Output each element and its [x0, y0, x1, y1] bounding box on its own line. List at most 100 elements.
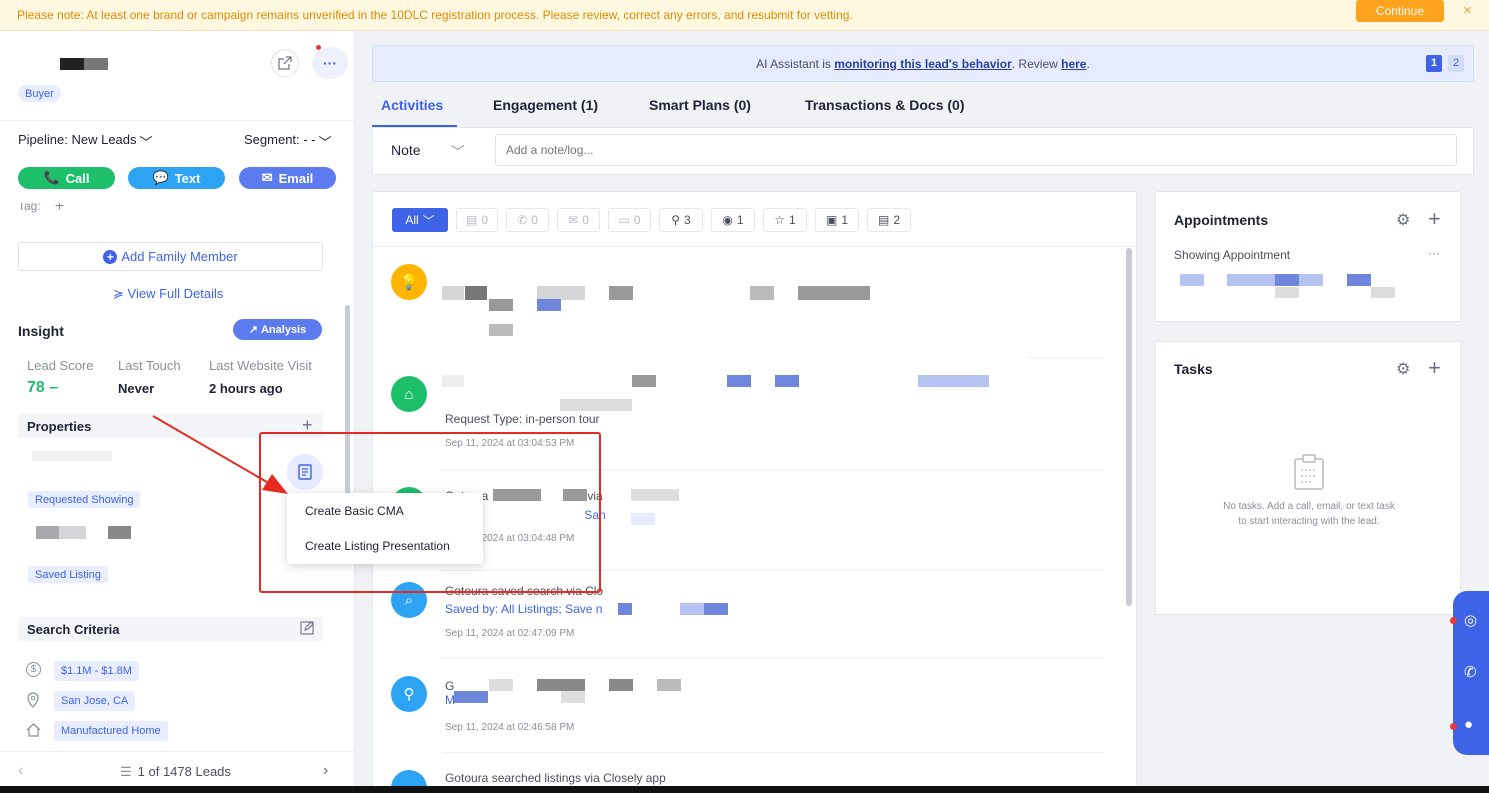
notification-dot	[316, 45, 321, 50]
add-tag-icon[interactable]: +	[55, 203, 64, 217]
filter-notes[interactable]: ▤ 0	[456, 208, 498, 232]
ai-chat-icon[interactable]: ◎	[1464, 611, 1477, 629]
divider	[0, 751, 354, 752]
chevron-down-icon: ﹀	[450, 144, 465, 160]
last-touch-header: Last Touch	[118, 358, 181, 373]
message-icon: ▤	[877, 213, 890, 227]
last-touch-value: Never	[118, 381, 155, 396]
activity-3-redacted	[493, 489, 541, 501]
last-visit-value: 2 hours ago	[209, 381, 283, 396]
note-icon: ▤	[465, 213, 478, 227]
note-type-select[interactable]: Note ﹀	[391, 142, 465, 162]
activity-5-redacted	[657, 679, 681, 691]
edit-criteria-icon[interactable]	[300, 621, 314, 638]
activity-1-redacted	[489, 299, 513, 311]
filter-searches[interactable]: ⚲ 3	[659, 208, 703, 232]
property-doc-icon[interactable]	[287, 454, 323, 490]
analysis-button[interactable]: ↗ Analysis	[233, 319, 322, 340]
activity-1-redacted	[489, 324, 513, 336]
text-label: Text	[174, 170, 201, 186]
appointment-redacted	[1371, 287, 1395, 298]
double-chevron-icon: ≽	[113, 286, 128, 301]
home-icon: ⌂	[391, 376, 427, 412]
activity-2-redacted	[918, 375, 989, 387]
note-input[interactable]	[495, 134, 1457, 166]
chat-icon: ▭	[618, 213, 630, 227]
add-family-button[interactable]: + Add Family Member	[18, 242, 323, 271]
filter-calls[interactable]: ✆ 0	[506, 208, 549, 232]
tab-smart-plans[interactable]: Smart Plans (0)	[649, 97, 751, 113]
text-button[interactable]: 💬 Text	[128, 167, 225, 189]
close-icon[interactable]: ×	[1463, 2, 1472, 19]
tab-transactions[interactable]: Transactions & Docs (0)	[805, 97, 965, 113]
here-link[interactable]: here	[1061, 57, 1086, 71]
activity-6-line1: Gotoura searched listings via Closely ap…	[445, 771, 666, 785]
lightbulb-icon: 💡	[391, 264, 427, 300]
share-icon[interactable]	[271, 49, 299, 77]
filter-all-button[interactable]: All ﹀	[392, 208, 448, 232]
ai-page-2[interactable]: 2	[1448, 55, 1464, 72]
create-listing-presentation-item[interactable]: Create Listing Presentation	[305, 539, 450, 553]
ai-page-1[interactable]: 1	[1426, 55, 1442, 72]
filter-emails[interactable]: ✉ 0	[557, 208, 600, 232]
create-basic-cma-item[interactable]: Create Basic CMA	[305, 504, 404, 518]
add-task-icon[interactable]: +	[1428, 355, 1441, 381]
filter-favorites[interactable]: ☆ 1	[763, 208, 807, 232]
prev-lead-icon[interactable]: ‹	[18, 762, 23, 780]
activity-2-redacted	[442, 375, 464, 387]
divider	[442, 570, 1104, 571]
lead-score-header: Lead Score	[27, 358, 94, 373]
buyer-tag: Buyer	[18, 85, 61, 102]
activity-1-redacted	[537, 299, 561, 311]
activity-1-redacted	[442, 286, 464, 300]
divider	[373, 246, 1136, 247]
feed-scrollbar[interactable]	[1126, 248, 1132, 606]
tab-activities[interactable]: Activities	[381, 97, 443, 113]
tasks-settings-icon[interactable]: ⚙	[1396, 359, 1410, 379]
saved-search-icon: ⌕	[391, 582, 427, 618]
segment-select[interactable]: Segment: - - ﹀	[244, 132, 332, 151]
appointment-redacted	[1299, 274, 1323, 286]
properties-header: Properties	[18, 414, 323, 438]
email-button[interactable]: ✉ Email	[239, 167, 336, 189]
pipeline-select[interactable]: Pipeline: New Leads ﹀	[18, 132, 153, 151]
filter-texts[interactable]: ▭ 0	[608, 208, 651, 232]
divider	[0, 120, 354, 121]
briefcase-icon: ▣	[825, 213, 838, 227]
filter-transactions[interactable]: ▣ 1	[815, 208, 859, 232]
lead-name-redacted-2	[84, 58, 108, 70]
monitoring-link[interactable]: monitoring this lead's behavior	[834, 57, 1012, 71]
next-lead-icon[interactable]: ›	[323, 762, 328, 780]
sidebar-scrollbar[interactable]	[345, 305, 350, 513]
price-range-tag: $1.1M - $1.8M	[54, 661, 139, 681]
add-family-label: Add Family Member	[121, 249, 238, 264]
add-property-icon[interactable]: +	[302, 415, 313, 436]
view-details-link[interactable]: ≽ View Full Details	[113, 286, 223, 302]
filter-messages[interactable]: ▤ 2	[867, 208, 911, 232]
activity-5-redacted	[454, 691, 488, 703]
add-appointment-icon[interactable]: +	[1428, 206, 1441, 232]
property-address-redacted	[32, 451, 112, 461]
continue-button[interactable]: Continue	[1356, 0, 1444, 22]
more-options-icon[interactable]: ···	[312, 47, 348, 79]
location-pin-icon	[26, 692, 40, 711]
lead-name-redacted	[60, 58, 84, 70]
message-icon[interactable]: ●	[1464, 716, 1473, 733]
call-button[interactable]: 📞 Call	[18, 167, 115, 189]
analysis-label: Analysis	[260, 323, 307, 336]
filter-count: 1	[736, 213, 744, 227]
phone-icon[interactable]: ✆	[1464, 663, 1477, 681]
appointments-settings-icon[interactable]: ⚙	[1396, 210, 1410, 230]
filter-views[interactable]: ◉ 1	[711, 208, 755, 232]
chat-icon: 💬	[152, 170, 169, 185]
tab-engagement[interactable]: Engagement (1)	[493, 97, 598, 113]
activity-5-line1: G	[445, 679, 455, 693]
appointment-more-icon[interactable]: ···	[1428, 246, 1440, 260]
activity-2-redacted	[560, 399, 632, 411]
activity-5-redacted	[537, 679, 585, 691]
activity-3-city: San	[584, 508, 606, 522]
activity-4-line1: Gotoura saved search via Clo	[445, 584, 604, 598]
tag-label: Tag:	[18, 203, 41, 213]
search-criteria-title: Search Criteria	[27, 621, 120, 637]
pager: ☰ 1 of 1478 Leads	[120, 764, 231, 780]
